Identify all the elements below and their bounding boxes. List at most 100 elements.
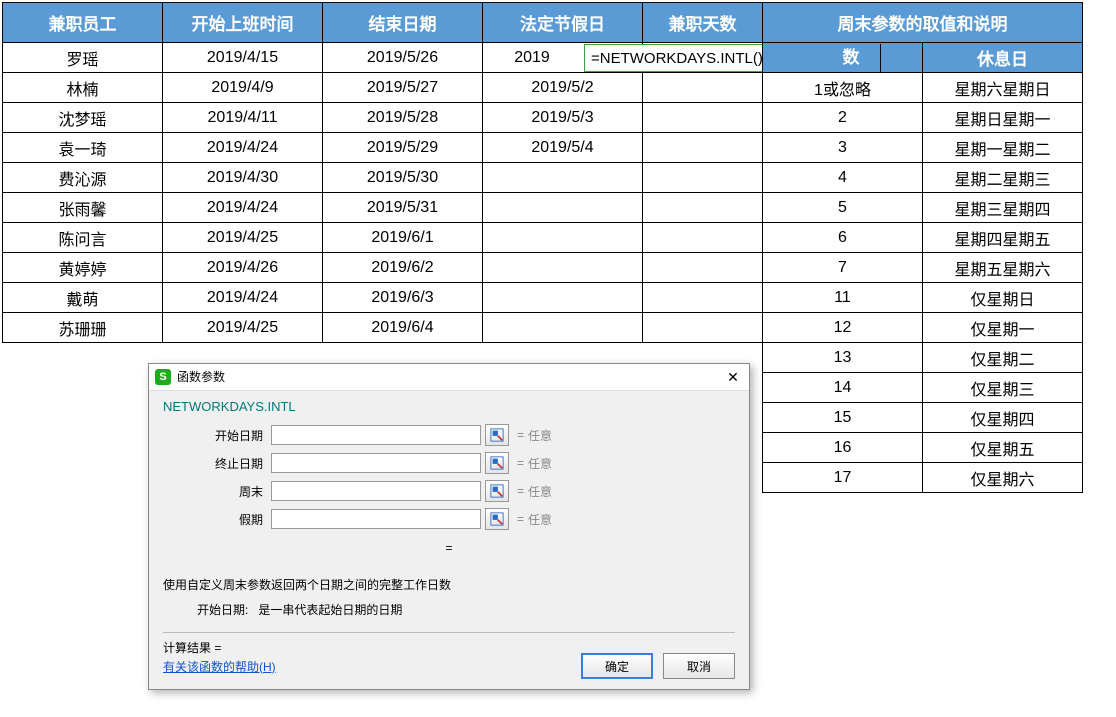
cell[interactable]: 2019/5/29 (323, 133, 483, 163)
cell[interactable]: 2019/5/2 (483, 73, 643, 103)
table-row[interactable]: 2星期日星期一 (763, 103, 1083, 133)
table-row[interactable]: 13仅星期二 (763, 343, 1083, 373)
cell[interactable]: 12 (763, 313, 923, 343)
cell[interactable]: 2019/4/9 (163, 73, 323, 103)
arg-input[interactable] (271, 509, 481, 529)
cell[interactable]: 17 (763, 463, 923, 493)
cell[interactable]: 仅星期四 (923, 403, 1083, 433)
cell[interactable]: 2019/4/25 (163, 223, 323, 253)
cell[interactable]: 2019/5/3 (483, 103, 643, 133)
cell[interactable]: 戴萌 (3, 283, 163, 313)
cell[interactable] (483, 223, 643, 253)
table-row[interactable]: 17仅星期六 (763, 463, 1083, 493)
table-row[interactable]: 4星期二星期三 (763, 163, 1083, 193)
ok-button[interactable]: 确定 (581, 653, 653, 679)
cell[interactable]: 2019/4/24 (163, 133, 323, 163)
cell[interactable]: 2 (763, 103, 923, 133)
table-row[interactable]: 15仅星期四 (763, 403, 1083, 433)
cell[interactable] (483, 283, 643, 313)
cell[interactable]: 张雨馨 (3, 193, 163, 223)
cell[interactable]: 7 (763, 253, 923, 283)
cell[interactable] (483, 313, 643, 343)
table-row[interactable]: 陈问言2019/4/252019/6/1 (3, 223, 763, 253)
dialog-titlebar[interactable]: S 函数参数 ✕ (149, 364, 749, 391)
table-row[interactable]: 12仅星期一 (763, 313, 1083, 343)
cell[interactable]: 2019/4/30 (163, 163, 323, 193)
cell[interactable]: 2019/5/30 (323, 163, 483, 193)
cell[interactable]: 仅星期六 (923, 463, 1083, 493)
table-row[interactable]: 苏珊珊2019/4/252019/6/4 (3, 313, 763, 343)
cell[interactable]: 苏珊珊 (3, 313, 163, 343)
cell[interactable]: 13 (763, 343, 923, 373)
cell[interactable]: 袁一琦 (3, 133, 163, 163)
table-row[interactable]: 7星期五星期六 (763, 253, 1083, 283)
cell[interactable]: 费沁源 (3, 163, 163, 193)
cell[interactable]: 16 (763, 433, 923, 463)
cell[interactable]: 1或忽略 (763, 73, 923, 103)
cell[interactable]: 2019/6/4 (323, 313, 483, 343)
range-picker-icon[interactable] (485, 452, 509, 474)
cell[interactable]: 星期五星期六 (923, 253, 1083, 283)
arg-input[interactable] (271, 453, 481, 473)
arg-input[interactable] (271, 481, 481, 501)
weekend-table[interactable]: 周末参数的取值和说明 休息日 1或忽略星期六星期日2星期日星期一3星期一星期二4… (762, 2, 1083, 493)
col-end[interactable]: 结束日期 (323, 3, 483, 43)
cell-days[interactable] (643, 103, 763, 133)
cell[interactable]: 2019/5/4 (483, 133, 643, 163)
help-link[interactable]: 有关该函数的帮助(H) (163, 658, 276, 675)
cell[interactable]: 2019/6/1 (323, 223, 483, 253)
table-row[interactable]: 16仅星期五 (763, 433, 1083, 463)
cell[interactable]: 仅星期三 (923, 373, 1083, 403)
cell[interactable]: 2019/4/11 (163, 103, 323, 133)
cell[interactable]: 2019/5/27 (323, 73, 483, 103)
table-row[interactable]: 戴萌2019/4/242019/6/3 (3, 283, 763, 313)
cell[interactable]: 星期六星期日 (923, 73, 1083, 103)
cell[interactable]: 星期三星期四 (923, 193, 1083, 223)
cell[interactable]: 14 (763, 373, 923, 403)
range-picker-icon[interactable] (485, 508, 509, 530)
cell[interactable]: 林楠 (3, 73, 163, 103)
cell[interactable]: 15 (763, 403, 923, 433)
cell-d2-partial[interactable]: 2019 (484, 44, 580, 72)
cell[interactable]: 2019/4/15 (163, 43, 323, 73)
col-emp[interactable]: 兼职员工 (3, 3, 163, 43)
cell[interactable]: 11 (763, 283, 923, 313)
cell[interactable]: 仅星期二 (923, 343, 1083, 373)
cell[interactable]: 2019/5/31 (323, 193, 483, 223)
close-icon[interactable]: ✕ (723, 364, 743, 390)
table-row[interactable]: 3星期一星期二 (763, 133, 1083, 163)
table-row[interactable]: 张雨馨2019/4/242019/5/31 (3, 193, 763, 223)
cell[interactable]: 2019/6/2 (323, 253, 483, 283)
cell[interactable]: 星期四星期五 (923, 223, 1083, 253)
table-row[interactable]: 袁一琦2019/4/242019/5/292019/5/4 (3, 133, 763, 163)
cell[interactable]: 陈问言 (3, 223, 163, 253)
cell[interactable] (483, 163, 643, 193)
col-days[interactable]: 兼职天数 (643, 3, 763, 43)
cell[interactable]: 2019/4/24 (163, 283, 323, 313)
table-row[interactable]: 黄婷婷2019/4/262019/6/2 (3, 253, 763, 283)
table-row[interactable]: 林楠2019/4/92019/5/272019/5/2 (3, 73, 763, 103)
cell[interactable] (483, 193, 643, 223)
cell[interactable]: 2019/5/26 (323, 43, 483, 73)
table-row[interactable]: 5星期三星期四 (763, 193, 1083, 223)
col-holiday[interactable]: 法定节假日 (483, 3, 643, 43)
cell-days[interactable] (643, 73, 763, 103)
cell[interactable]: 2019/4/26 (163, 253, 323, 283)
table-row[interactable]: 6星期四星期五 (763, 223, 1083, 253)
table-row[interactable]: 费沁源2019/4/302019/5/30 (3, 163, 763, 193)
formula-edit[interactable]: =NETWORKDAYS.INTL() (584, 44, 764, 72)
cell[interactable]: 星期日星期一 (923, 103, 1083, 133)
cell[interactable]: 沈梦瑶 (3, 103, 163, 133)
cell[interactable]: 仅星期一 (923, 313, 1083, 343)
table-row[interactable]: 14仅星期三 (763, 373, 1083, 403)
cell-days[interactable] (643, 133, 763, 163)
cell[interactable]: 5 (763, 193, 923, 223)
cell[interactable] (483, 253, 643, 283)
cell[interactable]: 6 (763, 223, 923, 253)
table-row[interactable]: 沈梦瑶2019/4/112019/5/282019/5/3 (3, 103, 763, 133)
cell[interactable]: 黄婷婷 (3, 253, 163, 283)
cell[interactable]: 2019/5/28 (323, 103, 483, 133)
cell[interactable]: 2019/4/25 (163, 313, 323, 343)
arg-input[interactable] (271, 425, 481, 445)
col-param-visible[interactable]: 数 (822, 44, 881, 73)
